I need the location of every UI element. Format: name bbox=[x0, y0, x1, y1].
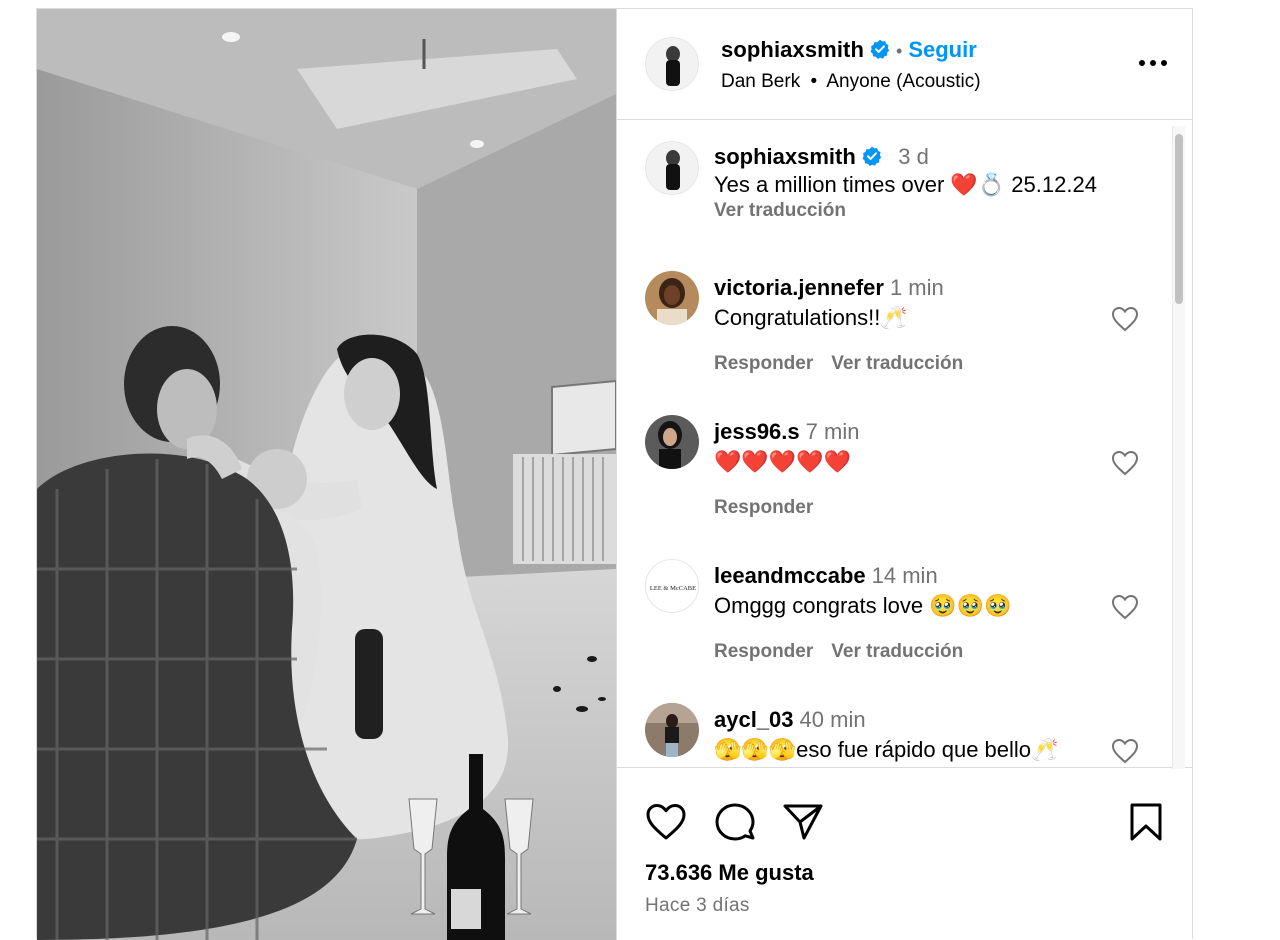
commenter-avatar[interactable] bbox=[645, 271, 699, 325]
share-paper-plane-icon[interactable] bbox=[782, 803, 824, 846]
verified-badge-icon bbox=[870, 39, 890, 59]
header-separator: • bbox=[896, 41, 903, 61]
lee-mccabe-logo-text: LEE & McCABE bbox=[650, 585, 696, 592]
comment-time[interactable]: 14 min bbox=[872, 563, 938, 588]
reply-button[interactable]: Responder bbox=[714, 353, 813, 374]
translate-link[interactable]: Ver traducción bbox=[831, 353, 963, 374]
commenter-avatar-image bbox=[645, 415, 699, 469]
comment-time[interactable]: 40 min bbox=[800, 707, 866, 732]
audio-track: Anyone (Acoustic) bbox=[826, 71, 981, 92]
comment-like-heart-icon[interactable] bbox=[1111, 306, 1139, 332]
caption-avatar-image bbox=[646, 142, 698, 194]
verified-badge-icon bbox=[862, 146, 882, 166]
author-avatar-image bbox=[646, 38, 698, 90]
commenter-avatar-image bbox=[645, 703, 699, 757]
post-sidebar: sophiaxsmith • Seguir Dan Berk • Anyone (A… bbox=[616, 9, 1193, 940]
author-line: sophiaxsmith • Seguir bbox=[721, 37, 977, 63]
like-heart-icon[interactable] bbox=[645, 803, 687, 846]
comment-username[interactable]: aycl_03 bbox=[714, 707, 794, 732]
comment-like-heart-icon[interactable] bbox=[1111, 594, 1139, 620]
audio-separator: • bbox=[810, 71, 818, 92]
comment-username[interactable]: victoria.jennefer bbox=[714, 275, 884, 300]
likes-count[interactable]: 73.636 Me gusta bbox=[645, 860, 814, 886]
commenter-avatar[interactable] bbox=[645, 703, 699, 757]
commenter-avatar[interactable] bbox=[645, 415, 699, 469]
reply-button[interactable]: Responder bbox=[714, 497, 813, 518]
comments-list[interactable]: sophiaxsmith 3 d Yes a million times ove… bbox=[617, 120, 1193, 768]
comment-username[interactable]: jess96.s bbox=[714, 419, 800, 444]
commenter-avatar[interactable]: LEE & McCABE bbox=[645, 559, 699, 613]
caption-time[interactable]: 3 d bbox=[898, 144, 929, 169]
comment-time[interactable]: 1 min bbox=[890, 275, 944, 300]
translate-link[interactable]: Ver traducción bbox=[831, 641, 963, 662]
caption-avatar[interactable] bbox=[645, 141, 699, 195]
post-actions: 73.636 Me gusta Hace 3 días bbox=[617, 769, 1193, 940]
audio-line[interactable]: Dan Berk • Anyone (Acoustic) bbox=[721, 71, 981, 93]
comment-like-heart-icon[interactable] bbox=[1111, 738, 1139, 764]
comment-like-heart-icon[interactable] bbox=[1111, 450, 1139, 476]
post-photo[interactable] bbox=[37, 9, 616, 940]
reply-button[interactable]: Responder bbox=[714, 641, 813, 662]
post-header: sophiaxsmith • Seguir Dan Berk • Anyone (A… bbox=[617, 9, 1193, 120]
commenter-avatar-image bbox=[645, 271, 699, 325]
post-photo-image bbox=[37, 9, 616, 940]
caption-username[interactable]: sophiaxsmith bbox=[714, 144, 856, 169]
comment-username[interactable]: leeandmccabe bbox=[714, 563, 866, 588]
post-timestamp[interactable]: Hace 3 días bbox=[645, 895, 750, 917]
caption-translate-link[interactable]: Ver traducción bbox=[714, 200, 1193, 222]
follow-button[interactable]: Seguir bbox=[908, 37, 976, 62]
author-avatar[interactable] bbox=[645, 37, 699, 91]
comment-time[interactable]: 7 min bbox=[806, 419, 860, 444]
caption-text: Yes a million times over ❤️💍 25.12.24 bbox=[714, 172, 1097, 197]
audio-artist: Dan Berk bbox=[721, 71, 801, 92]
save-bookmark-icon[interactable] bbox=[1129, 802, 1163, 847]
caption: sophiaxsmith 3 d Yes a million times ove… bbox=[714, 144, 1193, 222]
instagram-post: sophiaxsmith • Seguir Dan Berk • Anyone (A… bbox=[36, 8, 1193, 940]
comment-bubble-icon[interactable] bbox=[714, 802, 756, 847]
commenter-avatar-image: LEE & McCABE bbox=[646, 560, 698, 612]
scrollbar-thumb[interactable] bbox=[1175, 134, 1183, 304]
author-username[interactable]: sophiaxsmith bbox=[721, 37, 864, 62]
comments-scrollbar[interactable] bbox=[1172, 126, 1185, 769]
more-options-icon[interactable] bbox=[1135, 53, 1171, 73]
